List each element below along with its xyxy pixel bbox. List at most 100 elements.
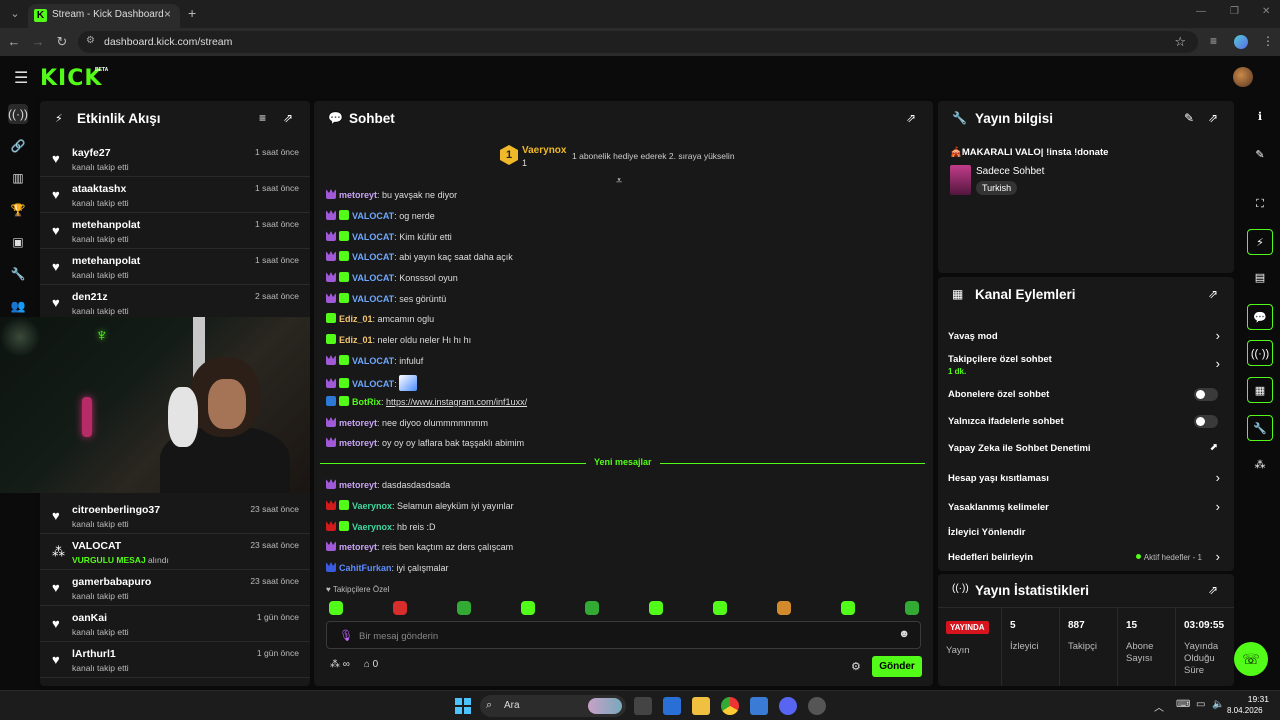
chat-username[interactable]: metoreyt (339, 190, 377, 200)
list-item[interactable]: ♥ citroenberlingo37 kanalı takip etti 23… (40, 498, 310, 534)
fullscreen-icon[interactable]: ⛶ (1247, 191, 1273, 217)
new-tab-icon[interactable]: + (188, 5, 196, 21)
taskbar-search[interactable]: ⌕ Ara (480, 695, 626, 717)
chat-username[interactable]: metoreyt (339, 542, 377, 552)
emote-icon[interactable] (905, 601, 919, 615)
wrench-icon[interactable]: 🔧 (8, 264, 28, 284)
scroll-arrow-icon[interactable]: ⩡ (616, 175, 622, 188)
avatar[interactable] (1233, 67, 1253, 87)
list-item[interactable]: ♥ kayfe27 kanalı takip etti 1 saat önce (40, 141, 310, 177)
list-item[interactable]: ♥ ataaktashx kanalı takip etti 1 saat ön… (40, 177, 310, 213)
chat-username[interactable]: metoreyt (339, 438, 377, 448)
chat-message[interactable]: VALOCAT: ses görüntü (326, 293, 446, 311)
emote-icon[interactable] (329, 601, 343, 615)
chat-message[interactable]: VALOCAT: Konsssol oyun (326, 272, 458, 290)
wrench-icon[interactable]: 🔧 (1247, 415, 1273, 441)
kick-logo[interactable]: KICK (40, 66, 102, 91)
edit-icon[interactable]: ✎ (1184, 111, 1194, 125)
emotes-chat-toggle[interactable] (1194, 415, 1218, 428)
kick-points-icon[interactable]: ⁂ (1247, 452, 1273, 478)
app-icon[interactable] (750, 697, 768, 715)
list-item[interactable]: ♥ lArthurl1 kanalı takip etti 1 gün önce (40, 642, 310, 678)
reload-icon[interactable]: ↻ (54, 34, 70, 50)
chevron-right-icon[interactable]: › (1216, 499, 1220, 514)
microphone-icon[interactable]: 🎙 (339, 629, 353, 642)
external-link-icon[interactable]: ⬈ (1210, 442, 1218, 453)
ai-moderation-row[interactable]: Yapay Zeka ile Sohbet Denetimi ⬈ (948, 439, 1224, 459)
chat-message[interactable]: metoreyt: bu yavşak ne diyor (326, 189, 457, 207)
chat-message[interactable]: VALOCAT: infuluf (326, 355, 423, 373)
emote-icon[interactable] (393, 601, 407, 615)
chat-username[interactable]: metoreyt (339, 480, 377, 490)
browser-tab[interactable]: K Stream - Kick Dashboard × (28, 4, 180, 28)
discord-icon[interactable] (779, 697, 797, 715)
document-icon[interactable]: ▤ (1247, 265, 1273, 291)
send-button[interactable]: Gönder (872, 656, 922, 677)
followers-chat-row[interactable]: Takipçilere özel sohbet 1 dk. › (948, 352, 1224, 378)
chat-username[interactable]: metoreyt (339, 418, 377, 428)
chat-username[interactable]: VALOCAT (352, 294, 394, 304)
support-chat-icon[interactable]: ☏ (1234, 642, 1268, 676)
store-icon[interactable] (663, 697, 681, 715)
chevron-right-icon[interactable]: › (1216, 328, 1220, 343)
chat-username[interactable]: VALOCAT (352, 211, 394, 221)
windows-start-icon[interactable] (455, 698, 471, 714)
tab-search-icon[interactable]: ⌄ (6, 5, 24, 23)
chat-username[interactable]: VALOCAT (352, 252, 394, 262)
chat-message[interactable]: Vaerynox: hb reis :D (326, 521, 436, 539)
chevron-right-icon[interactable]: › (1216, 470, 1220, 485)
emoji-icon[interactable]: ☻ (898, 628, 910, 640)
popout-icon[interactable]: ⇗ (1208, 111, 1218, 125)
emote-icon[interactable] (457, 601, 471, 615)
menu-icon[interactable]: ☰ (14, 68, 28, 88)
tray-time[interactable]: 19:31 (1245, 694, 1269, 704)
chat-link[interactable]: https://www.instagram.com/inf1uxx/ (386, 397, 527, 407)
site-info-icon[interactable]: ⚙ (86, 35, 95, 46)
bookmark-star-icon[interactable]: ☆ (1174, 34, 1186, 50)
chat-username[interactable]: VALOCAT (352, 232, 394, 242)
emotes-chat-row[interactable]: Yalnızca ifadelerle sohbet (948, 412, 1224, 432)
minimize-icon[interactable]: — (1196, 6, 1206, 17)
age-restriction-row[interactable]: Hesap yaşı kısıtlaması › (948, 469, 1224, 489)
emote-icon[interactable] (713, 601, 727, 615)
chat-username[interactable]: VALOCAT (352, 273, 394, 283)
edit-icon[interactable]: ✎ (1247, 142, 1273, 168)
bolt-icon[interactable]: ⚡ (1247, 229, 1273, 255)
popout-icon[interactable]: ⇗ (1208, 583, 1218, 597)
browser-menu-icon[interactable]: ⋮ (1262, 34, 1274, 48)
chat-username[interactable]: Ediz_01 (339, 314, 373, 324)
subscribers-chat-toggle[interactable] (1194, 388, 1218, 401)
url-field[interactable]: ⚙ dashboard.kick.com/stream ☆ (78, 31, 1198, 53)
list-item[interactable]: ♥ gamerbabapuro kanalı takip etti 23 saa… (40, 570, 310, 606)
tray-date[interactable]: 8.04.2026 (1227, 706, 1263, 715)
app-icon[interactable] (808, 697, 826, 715)
chat-message[interactable]: CahitFurkan: iyi çalışmalar (326, 562, 449, 580)
chrome-icon[interactable] (721, 697, 739, 715)
redirect-row[interactable]: İzleyici Yönlendir (948, 523, 1224, 543)
network-icon[interactable]: ▭ (1196, 699, 1205, 710)
trophy-icon[interactable]: 🏆 (8, 200, 28, 220)
kick-points-icon[interactable]: ⁂ (330, 659, 340, 670)
chat-username[interactable]: VALOCAT (352, 379, 394, 389)
chat-username[interactable]: BotRix (352, 397, 381, 407)
chat-icon[interactable]: 💬 (1247, 304, 1273, 330)
list-item[interactable]: ♥ metehanpolat kanalı takip etti 1 saat … (40, 213, 310, 249)
video-icon[interactable]: ▣ (8, 232, 28, 252)
chat-username[interactable]: VALOCAT (352, 356, 394, 366)
list-item[interactable]: ⁂ VALOCAT VURGULU MESAJ alındı 23 saat ö… (40, 534, 310, 570)
list-item[interactable]: ♥ oanKai kanalı takip etti 1 gün önce (40, 606, 310, 642)
info-icon[interactable]: ℹ (1247, 104, 1273, 130)
chevron-right-icon[interactable]: › (1216, 549, 1220, 564)
reading-list-icon[interactable]: ≡ (1210, 34, 1217, 48)
chat-username[interactable]: CahitFurkan (339, 563, 392, 573)
chat-username[interactable]: Vaerynox (352, 522, 392, 532)
chart-icon[interactable]: ▥ (8, 168, 28, 188)
list-item[interactable]: ♥ den21z kanalı takip etti 2 saat önce (40, 285, 310, 321)
slow-mode-row[interactable]: Yavaş mod › (948, 327, 1224, 347)
emote-icon[interactable] (841, 601, 855, 615)
chat-message[interactable]: metoreyt: oy oy oy laflara bak taşşaklı … (326, 437, 524, 455)
chat-username[interactable]: Vaerynox (352, 501, 392, 511)
profile-icon[interactable] (1234, 35, 1248, 49)
chat-message[interactable]: VALOCAT: abi yayın kaç saat daha açık (326, 251, 513, 269)
link-icon[interactable]: 🔗 (8, 136, 28, 156)
